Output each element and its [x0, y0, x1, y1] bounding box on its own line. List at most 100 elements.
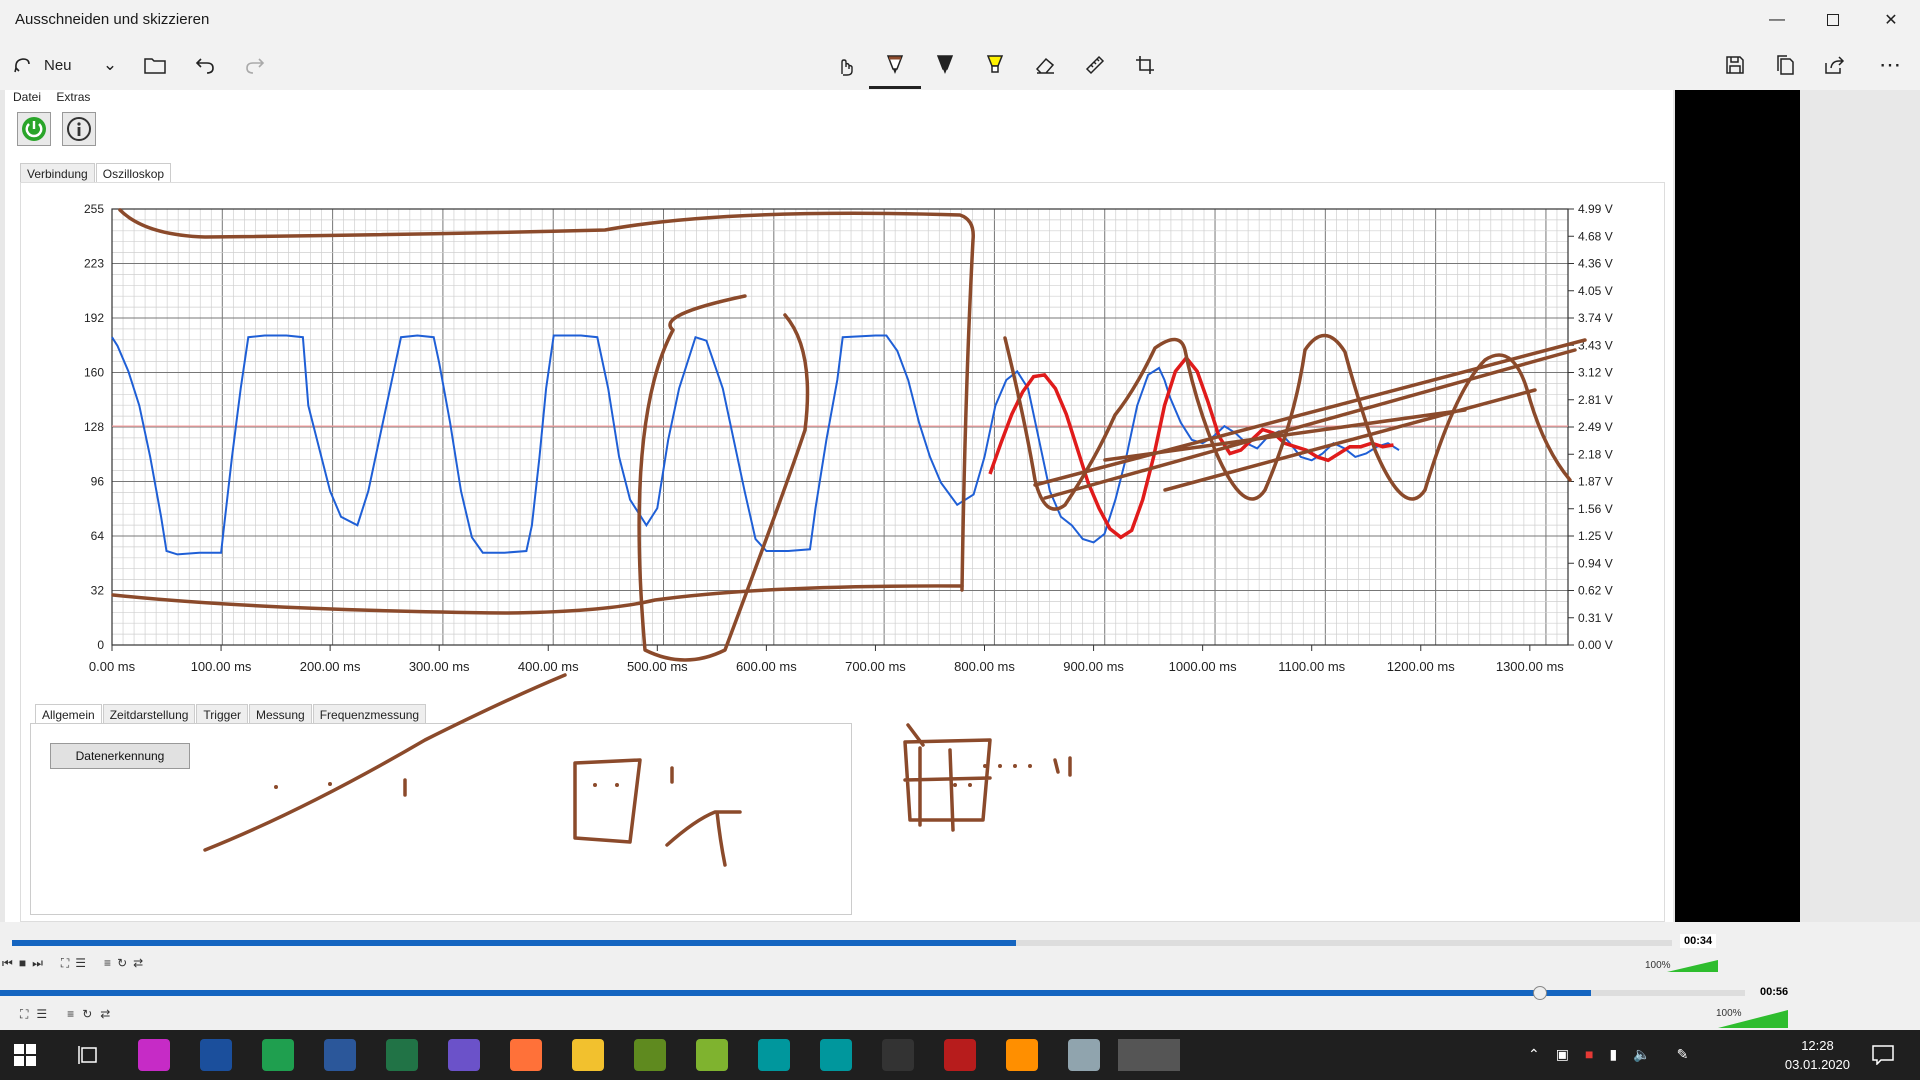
excel-icon[interactable]	[386, 1039, 418, 1071]
open-file-button[interactable]	[140, 48, 170, 82]
new-snip-button[interactable]: Neu	[12, 48, 82, 82]
fullscreen-icon[interactable]: ⛶	[61, 956, 69, 971]
share-icon	[1825, 56, 1845, 74]
task-view-button[interactable]	[78, 1044, 100, 1071]
vlc-seek-handle[interactable]	[1533, 986, 1547, 1000]
undo-button[interactable]	[190, 48, 220, 82]
y-right-tick-label: 3.43 V	[1578, 338, 1613, 352]
settings-icon[interactable]	[448, 1039, 480, 1071]
redo-button[interactable]	[240, 48, 270, 82]
firefox-icon[interactable]	[510, 1039, 542, 1071]
word-icon[interactable]	[324, 1039, 356, 1071]
speaker-icon[interactable]: 🔈	[1633, 1046, 1650, 1063]
y-right-tick-label: 3.12 V	[1578, 366, 1613, 380]
vlc-icon[interactable]	[1006, 1039, 1038, 1071]
sketch-icon[interactable]	[1118, 1039, 1180, 1071]
next-icon[interactable]: ⏭	[32, 956, 43, 971]
d-app-icon[interactable]	[696, 1039, 728, 1071]
y-right-tick-label: 2.81 V	[1578, 393, 1613, 407]
share-button[interactable]	[1820, 48, 1850, 82]
y-right-tick-label: 0.00 V	[1578, 638, 1613, 652]
tab-frequenzmessung[interactable]: Frequenzmessung	[312, 704, 427, 725]
snip-toolbar: Neu ⌄ ⋯	[0, 40, 1920, 90]
minimize-button[interactable]: —	[1752, 0, 1802, 40]
monitor-icon[interactable]	[882, 1039, 914, 1071]
y-left-tick-label: 32	[91, 584, 105, 598]
battery-icon[interactable]: ▮	[1609, 1046, 1617, 1063]
y-left-tick-label: 255	[84, 202, 104, 216]
series-line	[111, 334, 1400, 556]
tab-trigger[interactable]: Trigger	[196, 704, 248, 725]
acrobat-icon[interactable]: ■	[1585, 1046, 1593, 1063]
playlist-icon[interactable]: ≡	[104, 956, 111, 971]
touch-writing-button[interactable]	[830, 48, 860, 82]
crop-button[interactable]	[1130, 48, 1160, 82]
start-button[interactable]	[14, 1044, 36, 1071]
pencil-icon	[936, 55, 954, 74]
tab-allgemein[interactable]: Allgemein	[35, 704, 102, 725]
fullscreen-icon[interactable]: ⛶	[20, 1007, 28, 1022]
vlc-seek-fill-1	[12, 940, 1017, 946]
vlc-buttons-1: ⏮ ■ ⏭ ⛶ ☰ ≡ ↻ ⇄	[2, 956, 143, 971]
new-snip-icon	[14, 58, 30, 73]
arduino-icon[interactable]	[758, 1039, 790, 1071]
x-tick-label: 400.00 ms	[518, 659, 579, 674]
paint-icon[interactable]	[1068, 1039, 1100, 1071]
pencil-button[interactable]	[930, 48, 960, 82]
notepad-icon[interactable]	[200, 1039, 232, 1071]
network-icon[interactable]: ▣	[1556, 1046, 1569, 1063]
new-dropdown-button[interactable]: ⌄	[98, 48, 122, 82]
shuffle-icon[interactable]: ⇄	[100, 1007, 110, 1022]
notifications-button[interactable]	[1872, 1045, 1894, 1070]
eraser-button[interactable]	[1030, 48, 1060, 82]
active-tool-underline	[869, 86, 921, 89]
copy-button[interactable]	[1770, 48, 1800, 82]
clock[interactable]: 12:28 03.01.2020	[1785, 1036, 1850, 1074]
datenerkennung-button[interactable]: Datenerkennung	[50, 743, 190, 769]
tab-messung[interactable]: Messung	[249, 704, 312, 725]
paint3d-icon[interactable]	[138, 1039, 170, 1071]
windows-icon	[14, 1044, 36, 1066]
arduino2-icon[interactable]	[820, 1039, 852, 1071]
restore-button[interactable]	[1808, 0, 1858, 40]
sheets-icon[interactable]	[262, 1039, 294, 1071]
equalizer-icon[interactable]: ☰	[75, 956, 86, 971]
tab-zeitdarstellung[interactable]: Zeitdarstellung	[102, 704, 196, 725]
bug-icon[interactable]	[944, 1039, 976, 1071]
series-line	[988, 355, 1394, 540]
stop-icon[interactable]: ■	[19, 956, 26, 971]
highlighter-icon	[986, 55, 1004, 73]
earth-icon[interactable]	[634, 1039, 666, 1071]
loop-icon[interactable]: ↻	[117, 956, 127, 971]
vlc-seek-fill-2	[0, 990, 1592, 996]
ruler-button[interactable]	[1080, 48, 1110, 82]
y-left-tick-label: 64	[91, 529, 105, 543]
x-tick-label: 600.00 ms	[736, 659, 797, 674]
show-hidden-icon[interactable]: ⌃	[1528, 1046, 1540, 1063]
highlighter-button[interactable]	[980, 48, 1010, 82]
x-tick-label: 1100.00 ms	[1278, 659, 1345, 674]
more-options-button[interactable]: ⋯	[1870, 48, 1910, 82]
explorer-icon[interactable]	[572, 1039, 604, 1071]
x-tick-label: 300.00 ms	[409, 659, 470, 674]
volume-slider-2[interactable]	[1718, 1010, 1788, 1028]
x-tick-label: 700.00 ms	[845, 659, 906, 674]
x-tick-label: 1000.00 ms	[1169, 659, 1237, 674]
vlc-seek-bar-2[interactable]	[0, 990, 1745, 996]
save-icon	[1726, 56, 1744, 74]
y-left-tick-label: 96	[91, 475, 105, 489]
vlc-seek-bar-1[interactable]	[12, 940, 1672, 946]
tray-icons: ⌃ ▣ ■ ▮ 🔈 ✎	[1528, 1046, 1688, 1063]
loop-icon[interactable]: ↻	[82, 1007, 92, 1022]
ballpoint-pen-button[interactable]	[880, 48, 910, 82]
vlc-time-2: 00:56	[1760, 986, 1789, 998]
y-left-tick-label: 0	[97, 638, 104, 652]
close-button[interactable]: ✕	[1866, 0, 1916, 40]
equalizer-icon[interactable]: ☰	[36, 1007, 47, 1022]
pen-icon[interactable]: ✎	[1677, 1046, 1689, 1063]
save-button[interactable]	[1720, 48, 1750, 82]
shuffle-icon[interactable]: ⇄	[133, 956, 143, 971]
playlist-icon[interactable]: ≡	[67, 1007, 74, 1022]
prev-icon[interactable]: ⏮	[2, 956, 13, 971]
new-label: Neu	[44, 56, 72, 74]
